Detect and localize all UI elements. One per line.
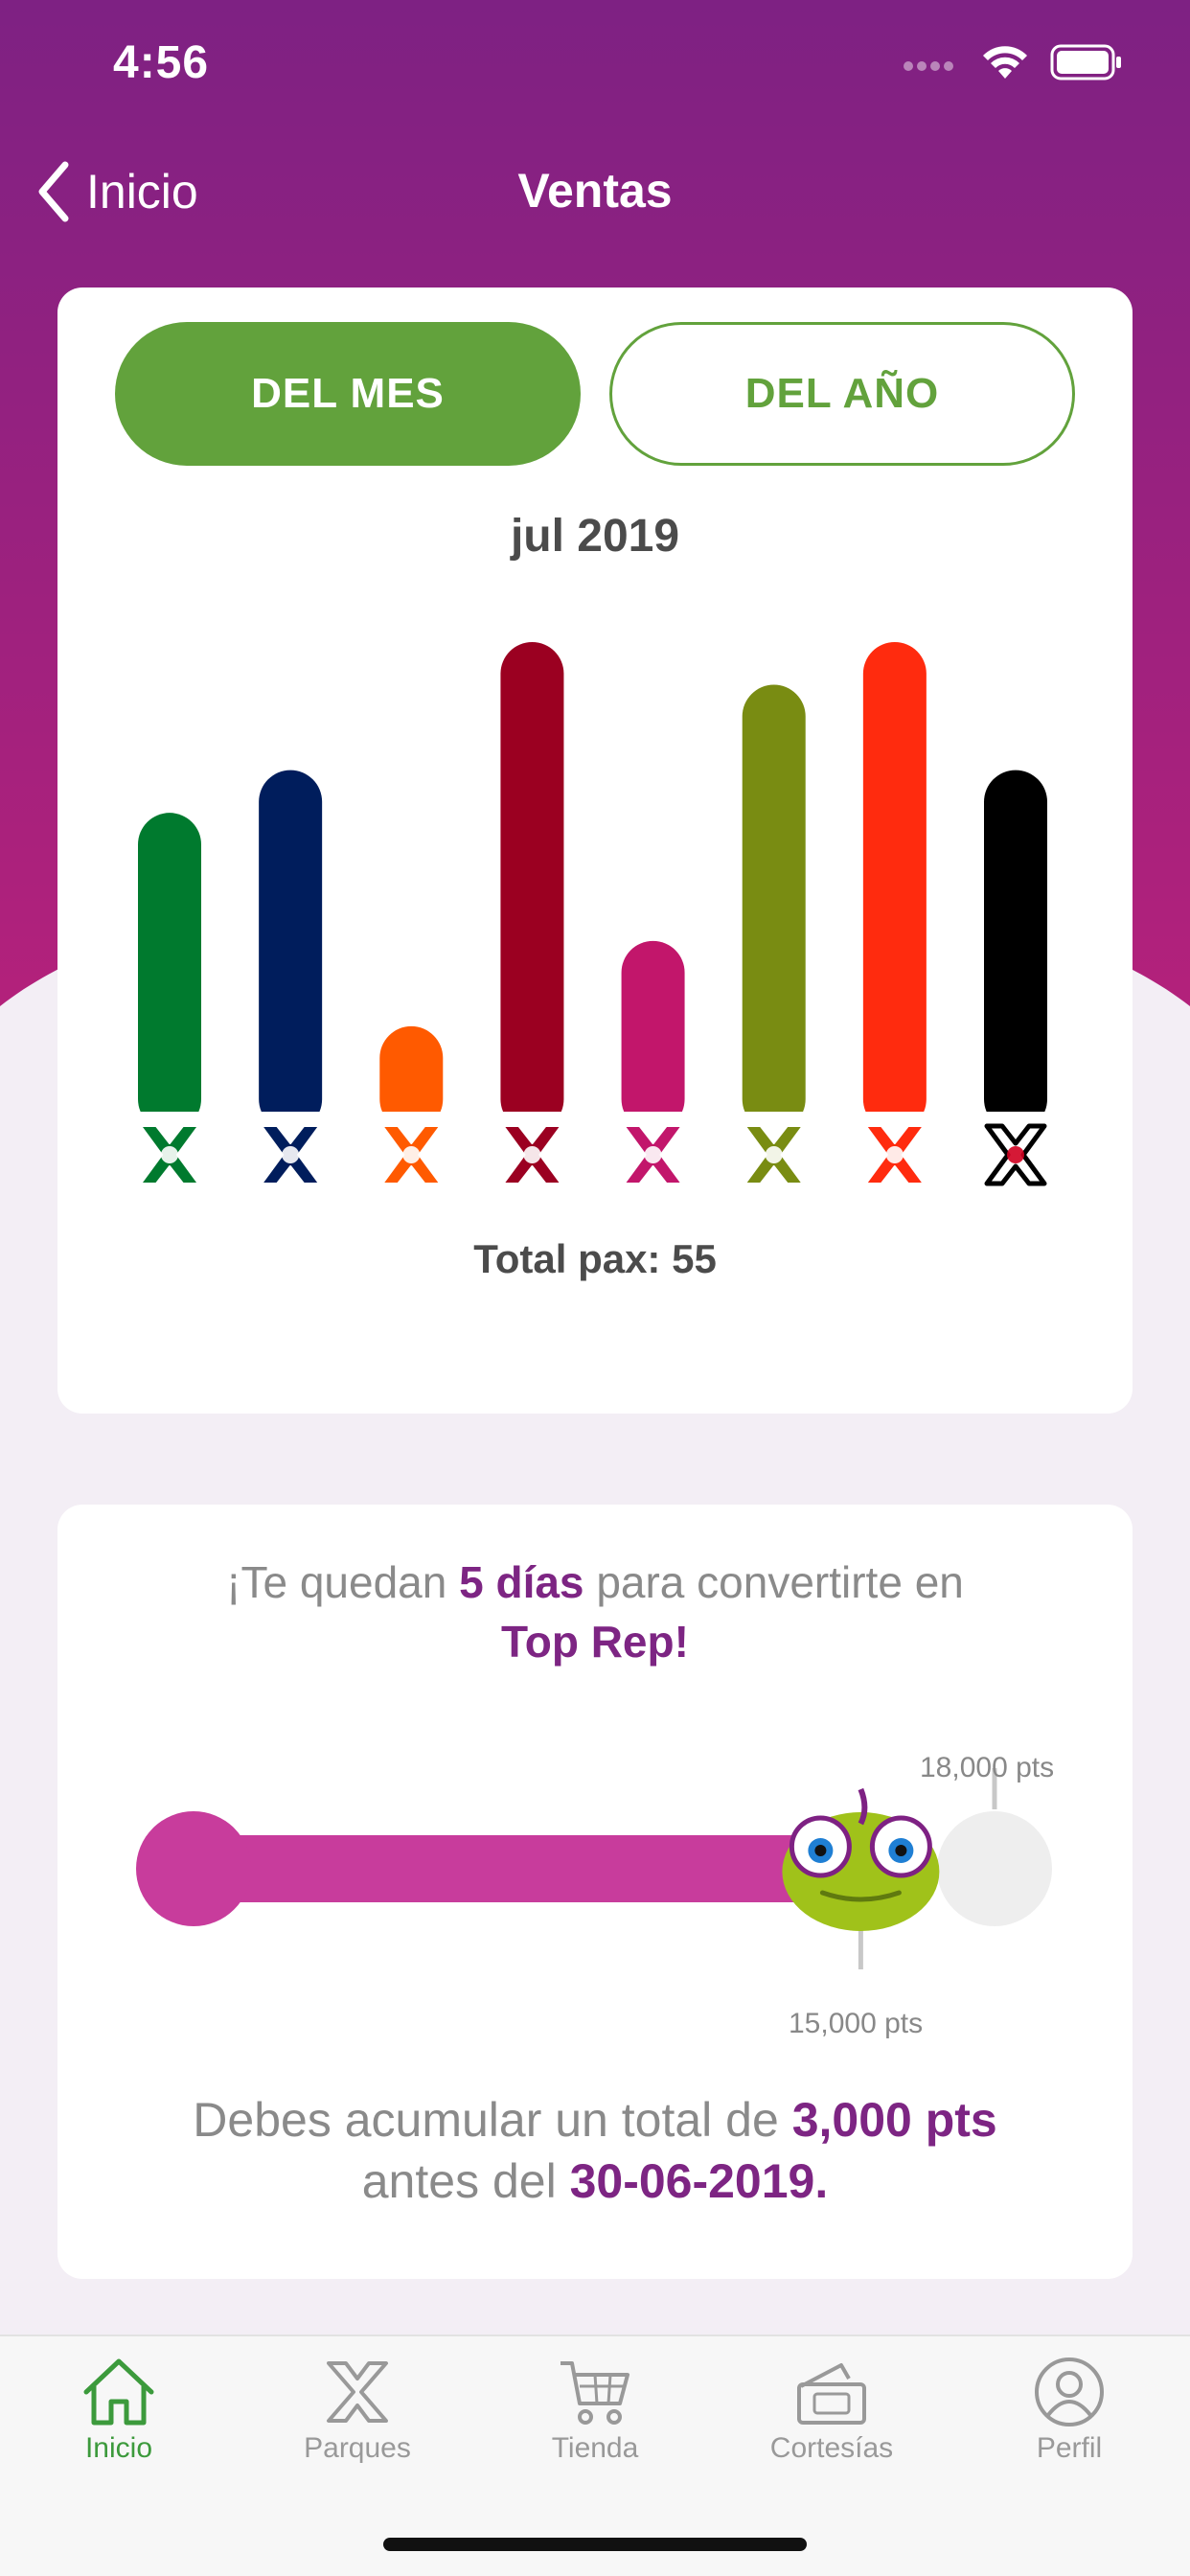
bar-park-4 (500, 642, 564, 1131)
sales-card: DEL MES DEL AÑO jul 2019 Total pax: 55 (57, 288, 1133, 1414)
macaw-x-icon (140, 1125, 199, 1184)
profile-icon (1035, 2358, 1104, 2426)
status-bar: 4:56 (0, 0, 1190, 129)
tab-label: Inicio (84, 2432, 153, 2464)
water-x-icon (744, 1125, 804, 1184)
tab-label: Parques (304, 2432, 411, 2464)
fish-x-icon (261, 1125, 321, 1184)
parks-x-icon (327, 2361, 388, 2423)
tab-label: Perfil (1036, 2432, 1103, 2464)
progress-start-dot (136, 1811, 251, 1926)
tab-cortesias[interactable]: Cortesías (736, 2356, 927, 2499)
tab-label: Tienda (551, 2432, 639, 2464)
battery-icon (1050, 44, 1121, 80)
fire-x-icon (864, 1125, 925, 1184)
flower-x-icon (623, 1125, 683, 1184)
chameleon-mascot-icon (782, 1787, 940, 1931)
total-pax: Total pax: 55 (473, 1236, 717, 1281)
accumulate-message: Debes acumular un total de 3,000 pts ant… (57, 2089, 1133, 2212)
toggle-year-button[interactable]: DEL AÑO (609, 322, 1075, 466)
bar-park-6 (742, 684, 806, 1131)
accumulate-mid: antes del (361, 2154, 557, 2208)
sales-bar-chart (138, 642, 1047, 1186)
message-prefix: ¡Te quedan (226, 1557, 447, 1607)
goal-title: Top Rep! (501, 1617, 689, 1667)
toggle-month-button[interactable]: DEL MES (115, 322, 581, 466)
progress-track-end (937, 1811, 1052, 1926)
period-label: jul 2019 (510, 511, 680, 562)
backpack-x-icon (381, 1125, 442, 1184)
bar-park-2 (259, 770, 323, 1131)
home-indicator (383, 2538, 807, 2551)
bar-park-5 (621, 940, 685, 1131)
signal-icon (904, 61, 953, 71)
ticket-icon (797, 2363, 866, 2425)
goal-points-label: 18,000 pts (920, 1752, 1055, 1783)
accumulate-amount: 3,000 pts (791, 2093, 997, 2147)
tab-parques[interactable]: Parques (262, 2356, 453, 2499)
bar-park-1 (138, 813, 201, 1131)
navigation-bar: Inicio Ventas (0, 144, 1190, 240)
message-suffix: para convertirte en (596, 1557, 964, 1607)
bar-park-8 (984, 770, 1047, 1131)
page-title: Ventas (517, 164, 673, 218)
pyramid-x-icon (502, 1125, 562, 1184)
wifi-icon (983, 46, 1027, 79)
progress-fill (168, 1835, 861, 1902)
heart-x-icon (984, 1123, 1047, 1186)
current-points-label: 15,000 pts (789, 2008, 924, 2039)
cart-icon (561, 2361, 629, 2425)
top-rep-message: ¡Te quedan 5 días para convertirte en To… (57, 1552, 1133, 1671)
status-icons (903, 44, 1123, 80)
days-left: 5 días (459, 1557, 584, 1607)
tab-tienda[interactable]: Tienda (499, 2356, 691, 2499)
tab-inicio[interactable]: Inicio (23, 2356, 215, 2499)
status-time: 4:56 (113, 37, 210, 88)
accumulate-prefix: Debes acumular un total de (193, 2093, 779, 2147)
deadline-date: 30-06-2019. (569, 2154, 829, 2208)
bar-park-7 (862, 642, 927, 1131)
tab-label: Cortesías (769, 2432, 894, 2464)
points-card: ¡Te quedan 5 días para convertirte en To… (57, 1505, 1133, 2279)
home-icon (83, 2358, 154, 2426)
tab-perfil[interactable]: Perfil (973, 2356, 1165, 2499)
